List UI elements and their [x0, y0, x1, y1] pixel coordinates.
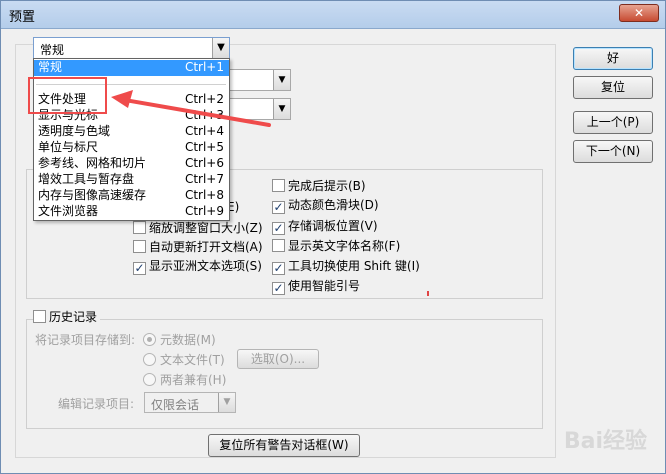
menu-item-file-browser[interactable]: 文件浏览器 Ctrl+9	[34, 204, 229, 220]
radio-label: 文本文件(T)	[160, 353, 225, 367]
option-label: 显示亚洲文本选项(S)	[149, 259, 262, 273]
menu-item-plugins[interactable]: 增效工具与暂存盘 Ctrl+7	[34, 172, 229, 188]
checkbox[interactable]	[272, 179, 285, 192]
option-shift-tool[interactable]: ✓ 工具切换使用 Shift 键(I)	[272, 259, 420, 275]
menu-item-label: 常规	[38, 60, 63, 74]
menu-item-units[interactable]: 单位与标尺 Ctrl+5	[34, 140, 229, 156]
option-dynamic-sliders[interactable]: ✓ 动态颜色滑块(D)	[272, 198, 379, 214]
menu-item-label: 透明度与色域	[38, 124, 111, 138]
menu-item-shortcut: Ctrl+7	[184, 172, 224, 186]
selected-category: 常规	[40, 43, 65, 57]
check-icon[interactable]: ✓	[272, 282, 285, 295]
menu-item-label: 单位与标尺	[38, 140, 99, 154]
close-button[interactable]: ✕	[619, 4, 659, 22]
option-auto-update[interactable]: 自动更新打开文档(A)	[133, 240, 263, 256]
radio-button[interactable]	[143, 333, 156, 346]
chevron-down-icon[interactable]: ▼	[212, 38, 229, 58]
radio-both[interactable]: 两者兼有(H)	[143, 373, 226, 389]
window-title: 预置	[9, 10, 36, 25]
history-toggle[interactable]: 历史记录	[33, 310, 101, 326]
menu-item-guides[interactable]: 参考线、网格和切片 Ctrl+6	[34, 156, 229, 172]
checkbox[interactable]	[133, 221, 146, 234]
radio-text-file[interactable]: 文本文件(T)	[143, 353, 225, 369]
radio-metadata[interactable]: 元数据(M)	[143, 333, 216, 349]
menu-item-label: 参考线、网格和切片	[38, 156, 147, 170]
menu-item-label: 文件浏览器	[38, 204, 99, 218]
option-label: 工具切换使用 Shift 键(I)	[288, 259, 420, 273]
menu-item-shortcut: Ctrl+8	[184, 188, 224, 202]
chevron-down-icon[interactable]: ▼	[273, 70, 290, 90]
option-label: 完成后提示(B)	[288, 179, 366, 193]
option-label: 动态颜色滑块(D)	[288, 198, 379, 212]
choose-button[interactable]: 选取(O)...	[237, 349, 319, 369]
option-label: 自动更新打开文档(A)	[149, 240, 263, 254]
option-english-font[interactable]: 显示英文字体名称(F)	[272, 239, 400, 255]
ok-button[interactable]: 好	[573, 47, 653, 70]
check-icon[interactable]: ✓	[272, 262, 285, 275]
edit-records-value: 仅限会话	[151, 398, 200, 412]
checkbox[interactable]	[133, 240, 146, 253]
red-mark	[427, 291, 429, 296]
menu-item-label: 增效工具与暂存盘	[38, 172, 135, 186]
menu-item-shortcut: Ctrl+5	[184, 140, 224, 154]
previous-button[interactable]: 上一个(P)	[573, 111, 653, 134]
save-records-label: 将记录项目存储到:	[35, 333, 136, 347]
preferences-dialog: 预置 ✕ 好 复位 上一个(P) 下一个(N) 常规 ▼ ▼ ▼ E) 缩放调整…	[0, 0, 666, 474]
red-arrow-icon	[111, 90, 271, 127]
option-zoom-resize[interactable]: 缩放调整窗口大小(Z)	[133, 221, 263, 237]
radio-label: 元数据(M)	[160, 333, 216, 347]
watermark-logo: Bai经验	[563, 429, 647, 454]
radio-button[interactable]	[143, 353, 156, 366]
check-icon[interactable]: ✓	[133, 262, 146, 275]
menu-item-general[interactable]: 常规 Ctrl+1	[34, 60, 229, 76]
option-label: 缩放调整窗口大小(Z)	[149, 221, 263, 235]
check-icon[interactable]: ✓	[272, 222, 285, 235]
history-label: 历史记录	[49, 310, 98, 324]
preferences-category-select[interactable]: 常规 ▼	[33, 37, 230, 59]
menu-item-label: 内存与图像高速缓存	[38, 188, 147, 202]
highlight-rectangle	[28, 77, 107, 114]
option-label: 使用智能引号	[288, 279, 361, 293]
checkbox[interactable]	[33, 310, 46, 323]
menu-item-shortcut: Ctrl+6	[184, 156, 224, 170]
title-bar: 预置 ✕	[1, 1, 665, 29]
chevron-down-icon[interactable]: ▼	[273, 99, 290, 119]
checkbox[interactable]	[272, 239, 285, 252]
option-label: 显示英文字体名称(F)	[288, 239, 401, 253]
next-button[interactable]: 下一个(N)	[573, 140, 653, 163]
menu-item-shortcut: Ctrl+1	[184, 60, 224, 74]
option-save-palette[interactable]: ✓ 存储调板位置(V)	[272, 219, 378, 235]
check-icon[interactable]: ✓	[272, 201, 285, 214]
menu-item-memory-cache[interactable]: 内存与图像高速缓存 Ctrl+8	[34, 188, 229, 204]
option-smart-quotes[interactable]: ✓ 使用智能引号	[272, 279, 360, 295]
reset-warnings-button[interactable]: 复位所有警告对话框(W)	[208, 434, 360, 457]
edit-records-select[interactable]: 仅限会话 ▼	[144, 392, 236, 413]
option-asian-text[interactable]: ✓ 显示亚洲文本选项(S)	[133, 259, 262, 275]
chevron-down-icon[interactable]: ▼	[218, 393, 235, 412]
radio-button[interactable]	[143, 373, 156, 386]
close-icon: ✕	[633, 6, 645, 20]
menu-item-shortcut: Ctrl+9	[184, 204, 224, 218]
option-label: 存储调板位置(V)	[288, 219, 378, 233]
edit-records-label: 编辑记录项目:	[58, 397, 135, 411]
reset-button[interactable]: 复位	[573, 76, 653, 99]
option-notify-complete[interactable]: 完成后提示(B)	[272, 179, 366, 195]
radio-label: 两者兼有(H)	[160, 373, 227, 387]
